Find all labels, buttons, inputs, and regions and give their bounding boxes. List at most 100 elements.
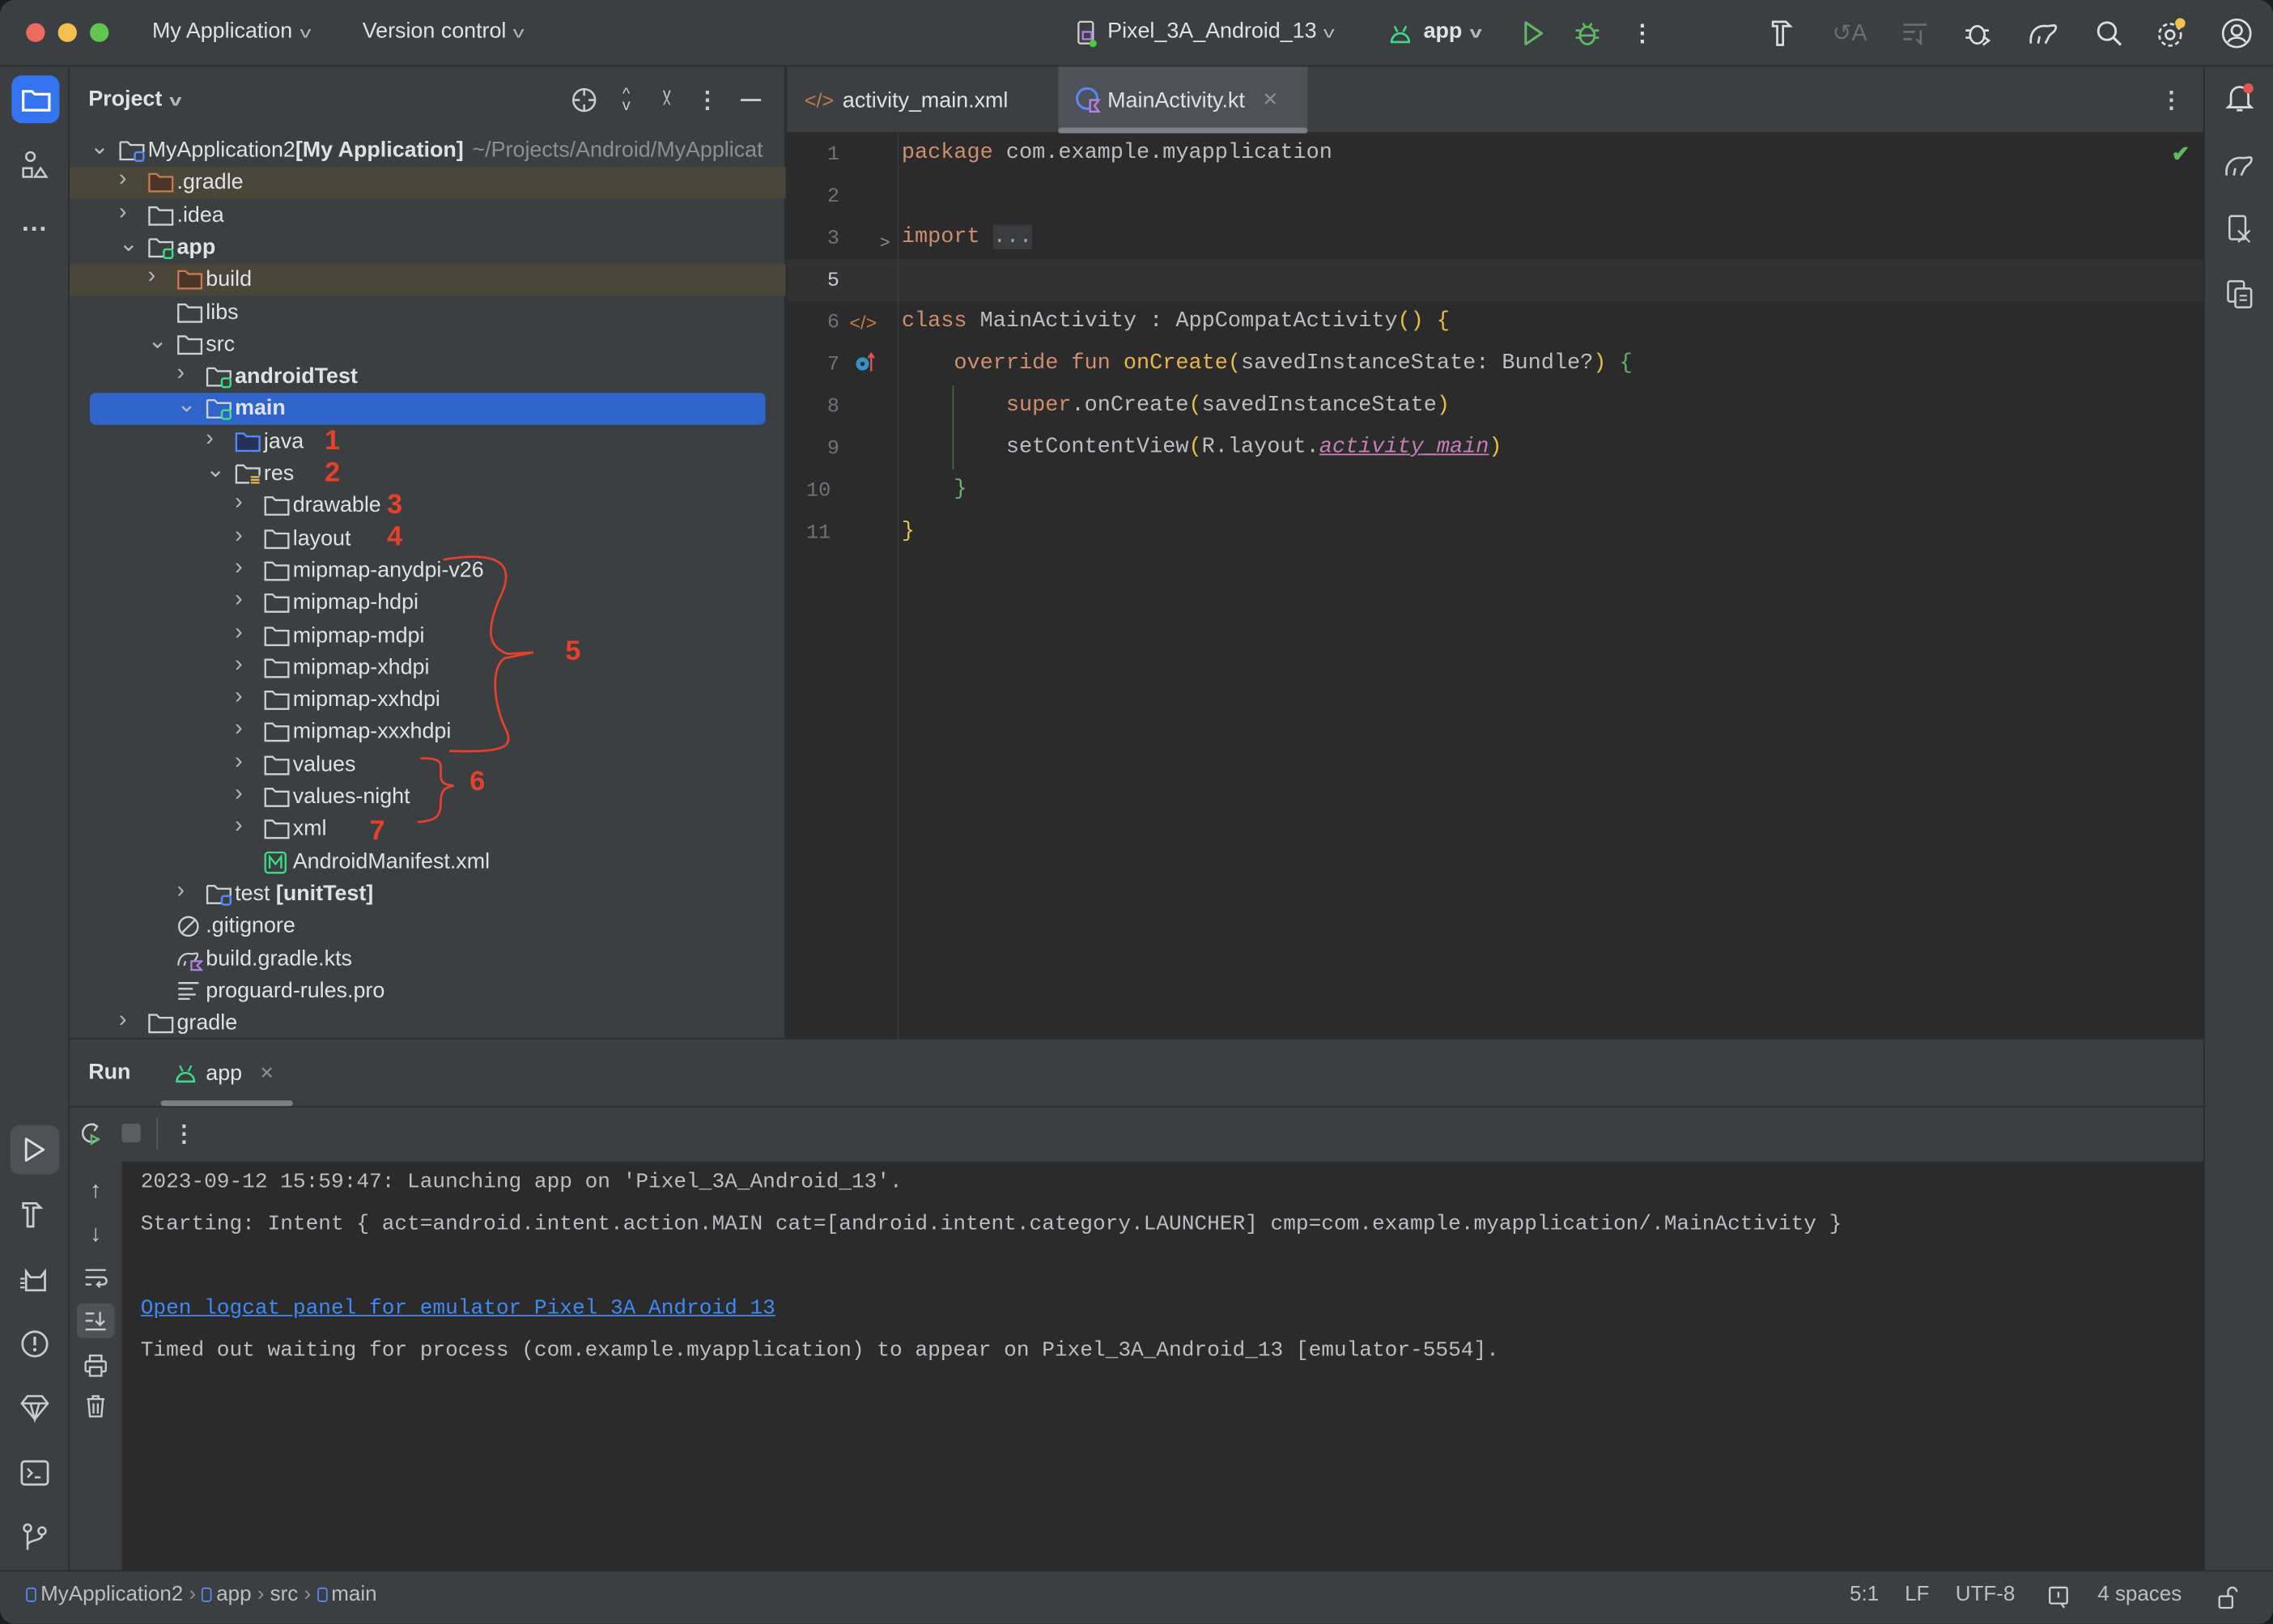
notifications-bell-icon[interactable] [2222, 81, 2257, 116]
tab-label: MainActivity.kt [1107, 87, 1245, 113]
console-line: Timed out waiting for process (com.examp… [140, 1339, 1499, 1363]
run-panel-title: Run [88, 1060, 131, 1085]
code-token: } [954, 477, 967, 502]
code-line[interactable]: super.onCreate(savedInstanceState) [902, 393, 1450, 417]
code-line[interactable]: } [902, 519, 915, 543]
close-tab-icon[interactable]: ✕ [1262, 88, 1278, 112]
code-line[interactable]: setContentView(R.layout.activity_main) [902, 435, 1502, 459]
zoom-window-button[interactable] [90, 23, 109, 42]
soft-wrap-icon[interactable] [79, 1263, 111, 1295]
print-icon[interactable] [79, 1350, 111, 1381]
xml-icon: </> [804, 88, 835, 112]
gradle-sync-icon[interactable] [2027, 17, 2062, 49]
tab-mainactivity-kt[interactable]: MainActivity.kt ✕ [1058, 66, 1308, 134]
code-token: R.layout. [1201, 435, 1319, 460]
attach-debugger-icon[interactable] [1963, 17, 1995, 49]
code-line[interactable]: } [902, 477, 967, 501]
apply-changes-icon[interactable]: ↺A [1833, 17, 1867, 49]
annotation-braces [417, 555, 534, 823]
settings-gear-icon[interactable] [2156, 16, 2187, 51]
code-token: setContentView [901, 435, 1189, 460]
status-bar: MyApplication2 › app › src › main 5:1 LF… [0, 1570, 2273, 1624]
app-quality-gem-icon[interactable] [17, 1390, 52, 1425]
tab-activity-main-xml[interactable]: </> activity_main.xml [787, 66, 1042, 133]
running-devices-icon[interactable] [2222, 277, 2257, 312]
project-menu[interactable]: My Application v [152, 19, 311, 43]
breadcrumb-separator-icon: › [251, 1583, 270, 1607]
editor-options-icon[interactable]: ⋮ [2159, 84, 2185, 116]
terminal-icon[interactable] [17, 1456, 52, 1490]
fold-expand-icon[interactable]: > [880, 232, 890, 253]
no-problems-check-icon[interactable]: ✔ [2172, 141, 2190, 166]
structure-icon[interactable] [17, 148, 52, 183]
close-window-button[interactable] [26, 23, 45, 42]
breadcrumb-item[interactable]: src [270, 1584, 299, 1607]
run-options-icon[interactable]: ⋮ [171, 1118, 197, 1150]
related-layout-xml-icon[interactable]: </> [849, 312, 877, 334]
code-line[interactable]: class MainActivity : AppCompatActivity()… [902, 308, 1450, 333]
open-logcat-link[interactable]: Open logcat panel for emulator Pixel 3A … [141, 1298, 775, 1321]
stop-icon[interactable] [121, 1123, 141, 1143]
device-selector[interactable]: Pixel_3A_Android_13 v [1107, 19, 1335, 43]
breadcrumb-label: app [216, 1583, 252, 1607]
console-output[interactable]: 2023-09-12 15:59:47: Launching app on 'P… [121, 1161, 2204, 1572]
code-token: savedInstanceState: Bundle? [1241, 351, 1594, 376]
scroll-up-arrow-icon[interactable]: ↑ [79, 1175, 111, 1207]
run-tab-app[interactable]: app ✕ [174, 1039, 293, 1106]
scroll-down-arrow-icon[interactable]: ↓ [79, 1219, 111, 1251]
lock-icon[interactable] [2215, 1584, 2241, 1613]
run-config-selector[interactable]: app v [1424, 19, 1482, 43]
code-token: } [901, 519, 916, 544]
git-icon[interactable] [17, 1520, 52, 1554]
code-editor[interactable]: 1 package com.example.myapplication 2 3 impo… [787, 133, 2204, 1039]
breadcrumb-item[interactable]: app [202, 1583, 252, 1607]
minimize-window-button[interactable] [57, 23, 77, 42]
problems-icon[interactable] [17, 1327, 52, 1362]
clear-all-trash-icon[interactable] [79, 1390, 111, 1422]
override-marker-icon[interactable] [854, 351, 877, 380]
code-token: savedInstanceState [1201, 393, 1437, 418]
rerun-icon[interactable] [75, 1118, 107, 1150]
project-tool-folder-icon[interactable] [11, 75, 60, 124]
breadcrumb-item[interactable]: MyApplication2 [26, 1583, 184, 1607]
scroll-to-end-icon[interactable] [76, 1303, 115, 1338]
search-icon[interactable] [2093, 17, 2125, 49]
file-encoding[interactable]: UTF-8 [1956, 1584, 2016, 1607]
run-tool-icon[interactable] [10, 1124, 60, 1175]
code-line[interactable]: package com.example.myapplication [902, 141, 1332, 165]
inspection-icon[interactable] [2046, 1584, 2071, 1613]
code-token: import [901, 224, 980, 250]
breadcrumb-label: MyApplication2 [40, 1583, 184, 1607]
more-tools-icon[interactable]: ··· [17, 211, 52, 246]
code-token: ( [1188, 435, 1202, 460]
code-token: ) [1489, 435, 1502, 460]
caret-position[interactable]: 5:1 [1850, 1584, 1879, 1607]
debug-icon[interactable] [1573, 17, 1602, 49]
code-token: ( [1227, 351, 1242, 376]
account-icon[interactable] [2220, 16, 2254, 51]
indent-setting[interactable]: 4 spaces [2097, 1584, 2182, 1607]
active-tab-indicator [160, 1100, 293, 1107]
run-icon[interactable] [1519, 19, 1549, 48]
divider [156, 1117, 159, 1150]
code-token: ) [1593, 351, 1607, 376]
breadcrumb: MyApplication2 › app › src › main [26, 1583, 377, 1607]
code-token: override fun [901, 351, 1124, 376]
left-tool-stripe: ··· [0, 66, 70, 1571]
logcat-icon[interactable] [17, 1263, 52, 1298]
code-line[interactable]: override fun onCreate(savedInstanceState… [901, 351, 1632, 376]
code-line[interactable]: import ... [901, 224, 1033, 250]
more-actions-icon[interactable]: ⋮ [1629, 17, 1655, 49]
gradle-tool-icon[interactable] [2222, 148, 2257, 183]
apply-code-changes-icon[interactable] [1899, 17, 1931, 49]
breadcrumb-item[interactable]: main [317, 1584, 377, 1606]
device-manager-icon[interactable] [2222, 211, 2257, 246]
line-separator[interactable]: LF [1905, 1584, 1929, 1607]
code-token: com.example.myapplication [992, 140, 1332, 166]
close-tab-icon[interactable]: ✕ [260, 1063, 274, 1083]
line-number: 2 [826, 185, 839, 209]
build-tool-hammer-icon[interactable] [17, 1197, 52, 1232]
build-hammer-icon[interactable] [1769, 17, 1800, 49]
version-control-menu[interactable]: Version control v [363, 19, 525, 43]
